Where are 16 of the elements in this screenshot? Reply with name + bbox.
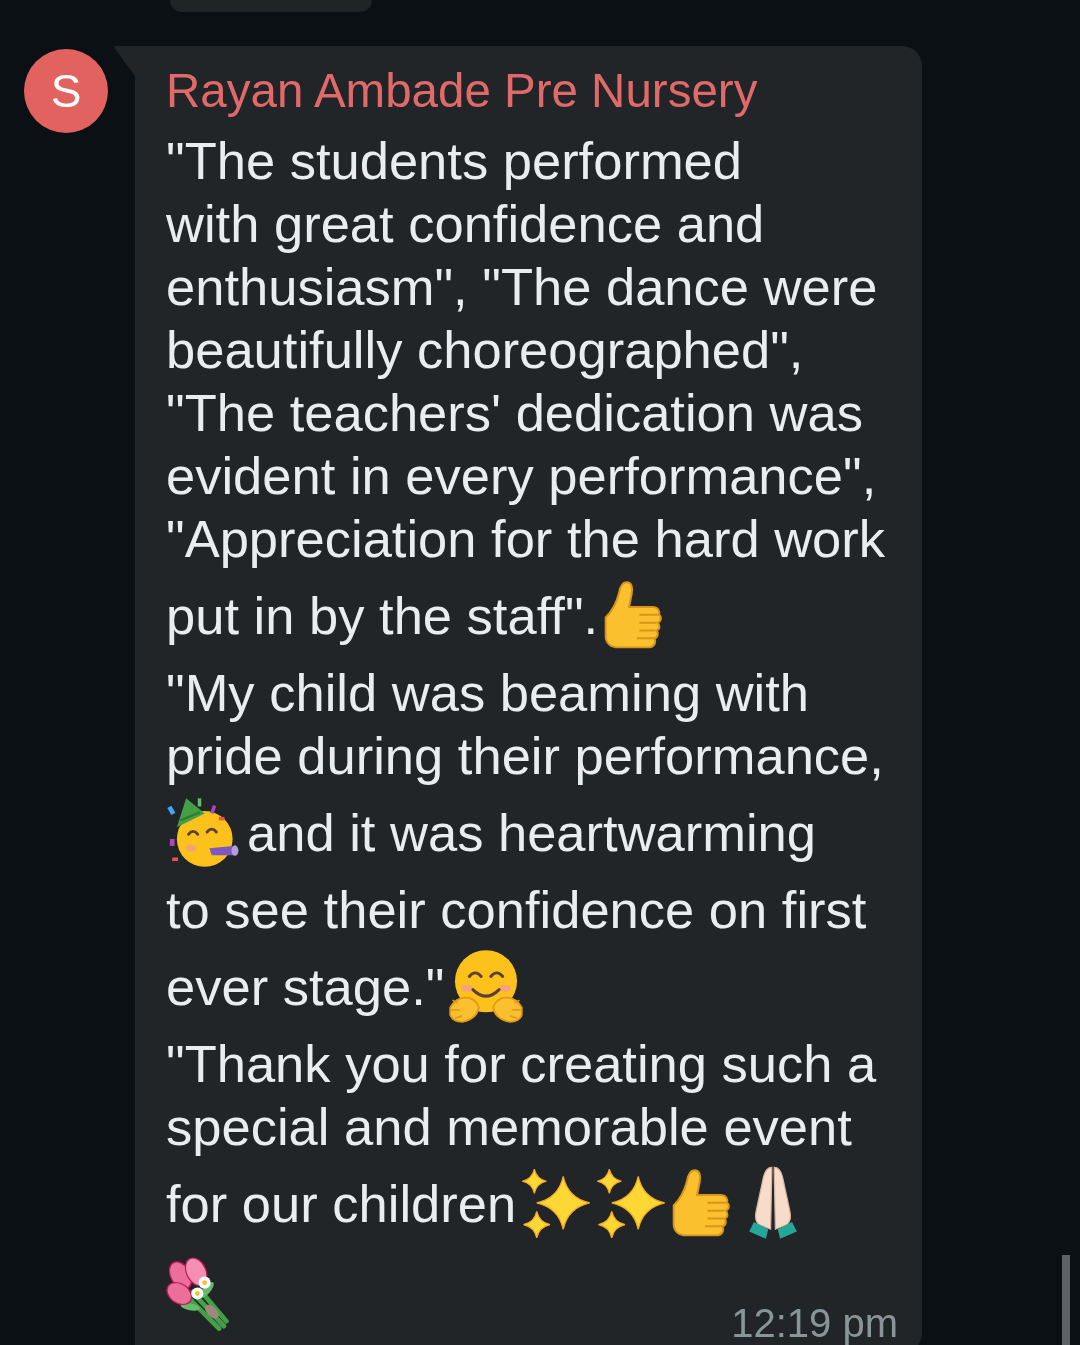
avatar: S xyxy=(24,49,108,133)
thumbs-up-icon xyxy=(603,580,664,650)
sender-name: Rayan Ambade Pre Nursery xyxy=(166,63,759,119)
message-text: and it was heartwarming xyxy=(247,801,816,864)
party-face-icon xyxy=(166,796,240,868)
scrollbar-thumb[interactable] xyxy=(1062,1255,1070,1345)
hugging-face-icon xyxy=(449,949,524,1023)
sparkles-icon xyxy=(521,1167,592,1239)
message-time: 12:19 pm xyxy=(731,1302,898,1343)
folded-hands-icon xyxy=(748,1166,799,1240)
message-text: put in by the staff". xyxy=(166,584,599,647)
message-text: ever stage." xyxy=(166,955,445,1018)
message-text: to see their confidence on first xyxy=(166,878,867,941)
sparkles-icon xyxy=(596,1167,667,1239)
message-text: for our children xyxy=(166,1172,517,1235)
thumbs-up-icon xyxy=(671,1168,732,1238)
